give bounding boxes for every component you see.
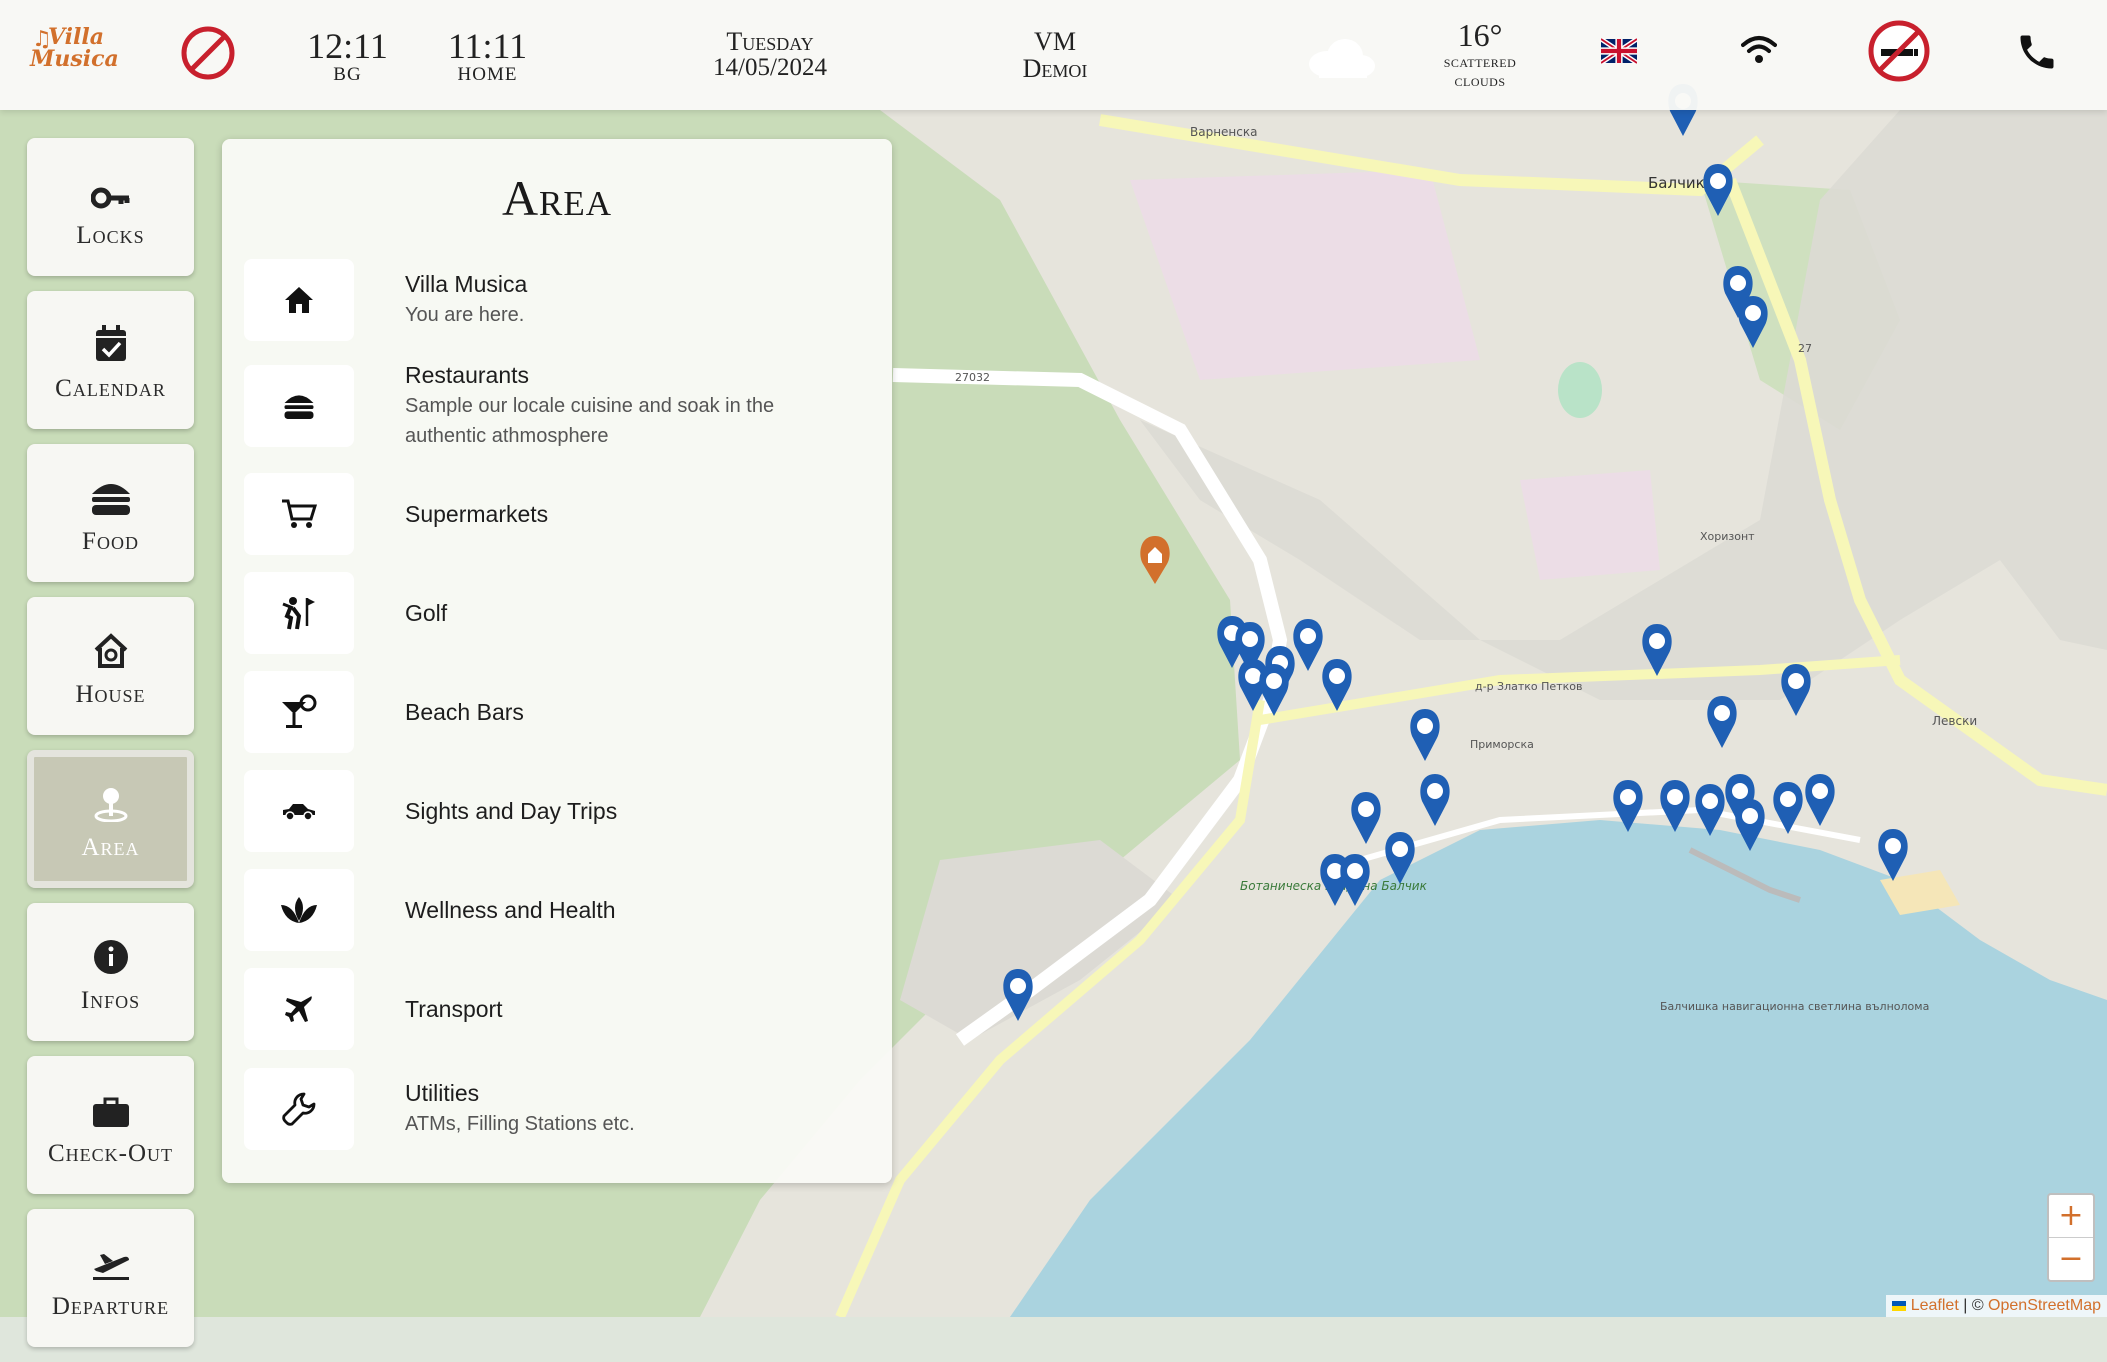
weather-line2: clouds	[1454, 71, 1506, 90]
leaflet-link[interactable]: Leaflet	[1911, 1297, 1959, 1314]
weekday: Tuesday	[726, 27, 814, 56]
category-name: Golf	[405, 599, 448, 626]
category-supermarkets[interactable]: Supermarkets	[244, 473, 864, 555]
category-golf[interactable]: Golf	[244, 572, 864, 654]
sidebar-item-label: Calendar	[55, 375, 166, 402]
wifi-icon[interactable]	[1741, 34, 1777, 70]
map-label-balchik: Балчик	[1648, 174, 1705, 192]
briefcase-icon	[92, 1082, 130, 1128]
sidebar-item-label: Food	[82, 528, 139, 555]
category-desc: ATMs, Filling Stations etc.	[405, 1112, 635, 1135]
guest-line2: Demoi	[1022, 54, 1088, 83]
top-bar: ♫ Villa Musica 12:11 BG 11:11 HOME Tuesd…	[0, 0, 2107, 110]
clock-home: 11:11 HOME	[445, 28, 530, 86]
sidebar-item-label: Infos	[80, 987, 141, 1014]
category-name: Beach Bars	[405, 698, 524, 725]
guest-display: VM Demoi	[1000, 28, 1110, 82]
house-gear-icon	[93, 623, 129, 669]
category-villa-musica[interactable]: Villa Musica You are here.	[244, 259, 864, 341]
map-label-lighthouse: Балчишка навигационна светлина вълнолома	[1660, 1000, 1929, 1013]
time-home-label: HOME	[457, 64, 518, 85]
music-note-icon: ♫	[32, 26, 52, 52]
uk-flag-icon[interactable]	[1599, 37, 1639, 68]
zoom-control: + −	[2047, 1193, 2095, 1282]
sidebar-item-locks[interactable]: Locks	[27, 138, 194, 276]
category-beach-bars[interactable]: Beach Bars	[244, 671, 864, 753]
villa-musica-logo[interactable]: ♫ Villa Musica	[30, 26, 119, 70]
zoom-in-button[interactable]: +	[2049, 1195, 2093, 1238]
temperature: 16°	[1457, 17, 1503, 53]
category-restaurants[interactable]: Restaurants Sample our locale cuisine an…	[244, 361, 864, 447]
home-icon	[244, 259, 354, 341]
burger-icon	[244, 365, 354, 447]
location-pin-icon	[94, 776, 128, 822]
golf-icon	[244, 572, 354, 654]
ukraine-flag-icon	[1892, 1300, 1907, 1311]
sidebar-item-calendar[interactable]: Calendar	[27, 291, 194, 429]
category-wellness[interactable]: Wellness and Health	[244, 869, 864, 951]
category-name: Villa Musica	[405, 270, 528, 297]
sidebar-item-label: House	[75, 681, 146, 708]
calendar-check-icon	[94, 317, 128, 363]
weather-line1: scattered	[1443, 52, 1517, 71]
sidebar: Locks Calendar Food House Area Infos Che…	[27, 138, 194, 1362]
time-bg: 12:11	[307, 26, 388, 66]
date: 14/05/2024	[713, 54, 827, 81]
guest-line1: VM	[1034, 27, 1076, 56]
category-name: Sights and Day Trips	[405, 797, 618, 824]
no-entry-icon[interactable]	[180, 25, 236, 85]
sidebar-item-label: Locks	[76, 222, 145, 249]
category-utilities[interactable]: Utilities ATMs, Filling Stations etc.	[244, 1068, 864, 1150]
sidebar-item-check-out[interactable]: Check-Out	[27, 1056, 194, 1194]
info-icon	[93, 929, 129, 975]
category-name: Restaurants	[405, 361, 530, 388]
openstreetmap-link[interactable]: OpenStreetMap	[1988, 1297, 2101, 1314]
category-name: Wellness and Health	[405, 896, 616, 923]
car-icon	[244, 770, 354, 852]
category-desc: You are here.	[405, 303, 525, 326]
phone-icon[interactable]	[2015, 30, 2059, 78]
plane-icon	[244, 968, 354, 1050]
map-label-road-27: 27	[1798, 342, 1812, 355]
sidebar-item-departure[interactable]: Departure	[27, 1209, 194, 1347]
map-label-varnenska: Варненска	[1190, 125, 1257, 139]
category-desc: Sample our locale cuisine and soak in th…	[405, 394, 775, 447]
map-label-horizont: Хоризонт	[1700, 530, 1755, 543]
map-attribution: Leaflet | © OpenStreetMap	[1886, 1295, 2107, 1317]
weather-display: 16° scattered clouds	[1420, 18, 1540, 90]
date-display: Tuesday 14/05/2024	[690, 28, 850, 81]
attribution-separator: | ©	[1958, 1297, 1989, 1314]
lotus-icon	[244, 869, 354, 951]
clock-bg: 12:11 BG	[305, 28, 390, 86]
category-name: Supermarkets	[405, 500, 549, 527]
plane-departure-icon	[91, 1235, 131, 1281]
zoom-out-button[interactable]: −	[2049, 1238, 2093, 1280]
area-panel: Area Villa Musica You are here. Restaura…	[222, 139, 892, 1183]
time-bg-label: BG	[333, 64, 362, 85]
sidebar-item-label: Check-Out	[47, 1140, 174, 1167]
wrench-icon	[244, 1068, 354, 1150]
sidebar-item-infos[interactable]: Infos	[27, 903, 194, 1041]
sidebar-item-food[interactable]: Food	[27, 444, 194, 582]
map-label-zlatko-petkov: д-р Златко Петков	[1475, 680, 1582, 693]
category-name: Transport	[405, 995, 503, 1022]
cart-icon	[244, 473, 354, 555]
cloud-icon	[1305, 36, 1377, 84]
category-sights[interactable]: Sights and Day Trips	[244, 770, 864, 852]
map-label-road-27032: 27032	[955, 371, 990, 384]
category-name: Utilities	[405, 1079, 480, 1106]
panel-title: Area	[501, 170, 613, 226]
no-smoking-icon[interactable]	[1867, 19, 1931, 87]
map-label-primorska: Приморска	[1470, 738, 1534, 751]
sidebar-item-label: Area	[81, 834, 140, 861]
key-icon	[90, 164, 131, 210]
sidebar-item-house[interactable]: House	[27, 597, 194, 735]
time-home: 11:11	[447, 26, 528, 66]
map-label-levski: Левски	[1932, 714, 1977, 728]
category-transport[interactable]: Transport	[244, 968, 864, 1050]
sidebar-item-area[interactable]: Area	[27, 750, 194, 888]
burger-icon	[90, 470, 132, 516]
cocktail-icon	[244, 671, 354, 753]
